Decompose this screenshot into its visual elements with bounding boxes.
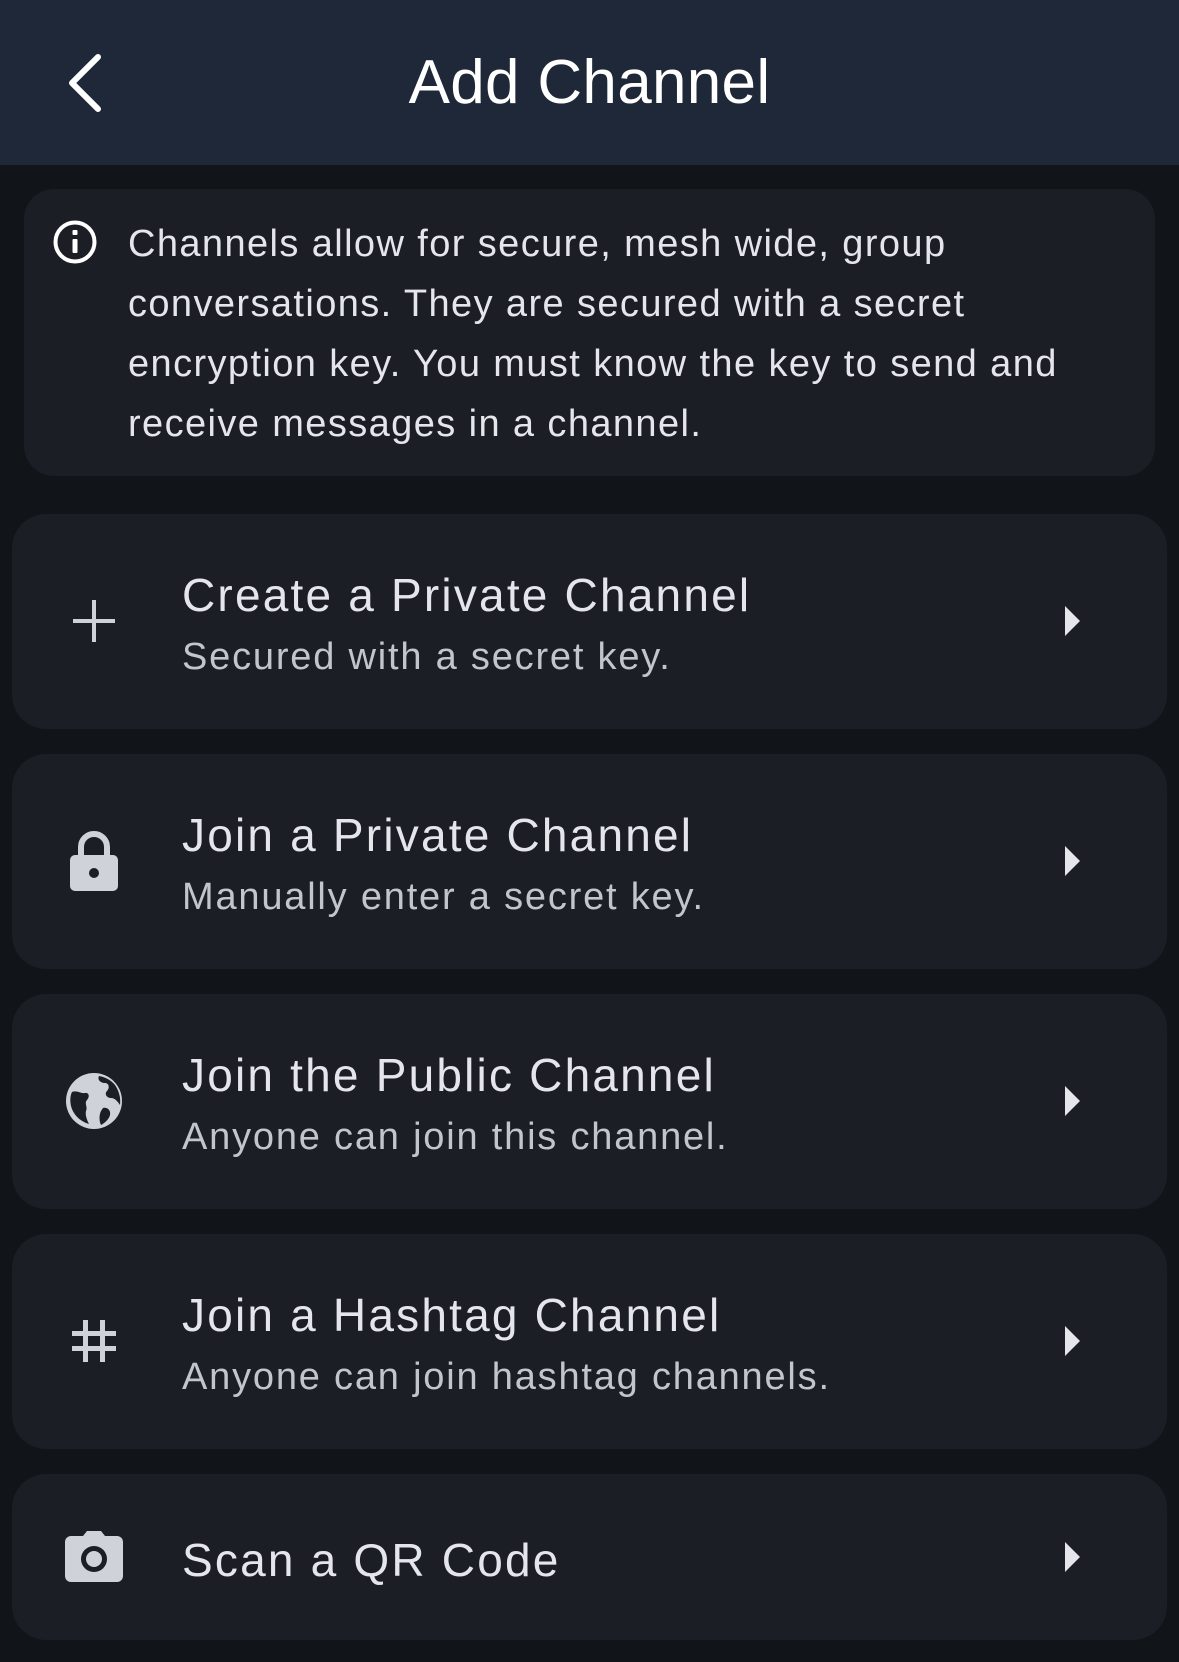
option-title: Join a Private Channel: [182, 809, 694, 861]
page-title: Add Channel: [408, 48, 771, 117]
option-subtitle: Secured with a secret key.: [182, 636, 672, 678]
app-bar: Add Channel: [0, 0, 1179, 165]
option-subtitle: Anyone can join this channel.: [182, 1116, 729, 1158]
option-title: Join the Public Channel: [182, 1049, 716, 1101]
chevron-right-icon: [1052, 1321, 1092, 1361]
globe-icon: [58, 1065, 130, 1137]
camera-icon: [58, 1521, 130, 1593]
plus-icon: [58, 585, 130, 657]
option-subtitle: Anyone can join hashtag channels.: [182, 1356, 831, 1398]
lock-icon: [58, 825, 130, 897]
info-card: Channels allow for secure, mesh wide, gr…: [24, 189, 1155, 476]
join-hashtag-channel-option[interactable]: Join a Hashtag Channel Anyone can join h…: [12, 1234, 1167, 1449]
hashtag-icon: [58, 1305, 130, 1377]
chevron-right-icon: [1052, 1537, 1092, 1577]
chevron-right-icon: [1052, 1081, 1092, 1121]
scan-qr-code-option[interactable]: Scan a QR Code: [12, 1474, 1167, 1640]
info-text: Channels allow for secure, mesh wide, gr…: [128, 223, 1058, 445]
option-title: Create a Private Channel: [182, 569, 752, 621]
option-title: Join a Hashtag Channel: [182, 1289, 722, 1341]
create-private-channel-option[interactable]: Create a Private Channel Secured with a …: [12, 514, 1167, 729]
option-subtitle: Manually enter a secret key.: [182, 876, 705, 918]
join-public-channel-option[interactable]: Join the Public Channel Anyone can join …: [12, 994, 1167, 1209]
chevron-right-icon: [1052, 601, 1092, 641]
option-title: Scan a QR Code: [182, 1534, 561, 1586]
chevron-right-icon: [1052, 841, 1092, 881]
info-icon: [53, 220, 97, 264]
join-private-channel-option[interactable]: Join a Private Channel Manually enter a …: [12, 754, 1167, 969]
